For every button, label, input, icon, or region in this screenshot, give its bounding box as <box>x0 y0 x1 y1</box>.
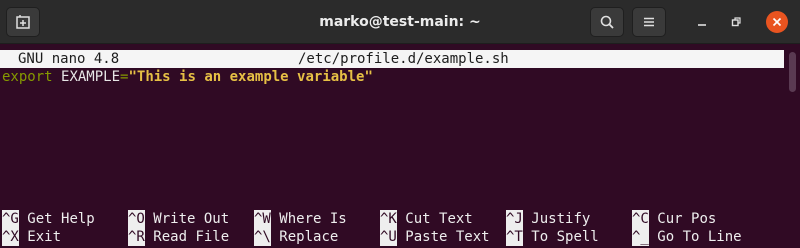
shortcut-read-file[interactable]: ^R Read File <box>128 228 229 246</box>
shortcut-justify[interactable]: ^J Justify <box>506 210 590 228</box>
hamburger-menu-icon <box>644 17 654 27</box>
window-title: marko@test-main: ~ <box>319 14 481 30</box>
shortcut-key: ^K <box>380 210 397 228</box>
shortcut-get-help[interactable]: ^G Get Help <box>2 210 95 228</box>
shortcut-key: ^U <box>380 228 397 246</box>
shortcut-key: ^R <box>128 228 145 246</box>
shortcut-key: ^J <box>506 210 523 228</box>
shortcut-label: Cur Pos <box>657 211 717 227</box>
shortcut-key: ^X <box>2 228 19 246</box>
shortcut-cur-pos[interactable]: ^C Cur Pos <box>632 210 716 228</box>
shortcut-label: Read File <box>153 229 230 245</box>
shortcut-key: ^_ <box>632 228 649 246</box>
shortcut-label: Go To Line <box>657 229 742 245</box>
shortcut-write-out[interactable]: ^O Write Out <box>128 210 229 228</box>
shortcut-bar: ^G Get Help ^X Exit ^O Write Out ^R Read… <box>0 210 788 246</box>
terminal-scrollbar[interactable] <box>789 52 796 242</box>
variable-value: "This is an example variable" <box>128 69 373 85</box>
nano-header-bar: GNU nano 4.8 /etc/profile.d/example.sh <box>0 50 784 68</box>
shortcut-label: Write Out <box>153 211 230 227</box>
nano-version: GNU nano 4.8 <box>18 51 120 67</box>
shortcut-label: Replace <box>279 229 339 245</box>
shortcut-label: To Spell <box>531 229 599 245</box>
maximize-button[interactable] <box>726 12 746 32</box>
shortcut-key: ^T <box>506 228 523 246</box>
search-button[interactable] <box>590 7 624 37</box>
shortcut-label: Cut Text <box>405 211 473 227</box>
close-button[interactable] <box>766 11 788 33</box>
scrollbar-thumb[interactable] <box>789 52 796 92</box>
shortcut-label: Exit <box>27 229 62 245</box>
search-icon <box>600 15 614 29</box>
shortcut-replace[interactable]: ^\ Replace <box>254 228 338 246</box>
shortcut-label: Paste Text <box>405 229 490 245</box>
shortcut-key: ^O <box>128 210 145 228</box>
shortcut-key: ^G <box>2 210 19 228</box>
minimize-icon <box>698 24 706 26</box>
minimize-button[interactable] <box>692 12 712 32</box>
shortcut-where-is[interactable]: ^W Where Is <box>254 210 347 228</box>
shortcut-label: Justify <box>531 211 591 227</box>
maximize-icon <box>731 17 741 27</box>
title-bar: marko@test-main: ~ <box>0 0 800 44</box>
shortcut-key: ^W <box>254 210 271 228</box>
close-icon <box>772 17 782 27</box>
shortcut-key: ^C <box>632 210 649 228</box>
shortcut-exit[interactable]: ^X Exit <box>2 228 61 246</box>
shortcut-to-spell[interactable]: ^T To Spell <box>506 228 599 246</box>
shortcut-label: Where Is <box>279 211 347 227</box>
new-tab-icon <box>16 15 30 29</box>
variable-name: EXAMPLE <box>61 69 121 85</box>
terminal-area[interactable]: GNU nano 4.8 /etc/profile.d/example.sh e… <box>0 44 788 248</box>
file-name: /etc/profile.d/example.sh <box>298 51 509 67</box>
shortcut-key: ^\ <box>254 228 271 246</box>
shortcut-go-to-line[interactable]: ^_ Go To Line <box>632 228 742 246</box>
shortcut-cut-text[interactable]: ^K Cut Text <box>380 210 473 228</box>
editor-line[interactable]: export EXAMPLE="This is an example varia… <box>2 68 373 86</box>
keyword-export: export <box>2 69 53 85</box>
shortcut-label: Get Help <box>27 211 95 227</box>
shortcut-paste-text[interactable]: ^U Paste Text <box>380 228 490 246</box>
menu-button[interactable] <box>632 7 666 37</box>
new-tab-button[interactable] <box>6 7 40 37</box>
